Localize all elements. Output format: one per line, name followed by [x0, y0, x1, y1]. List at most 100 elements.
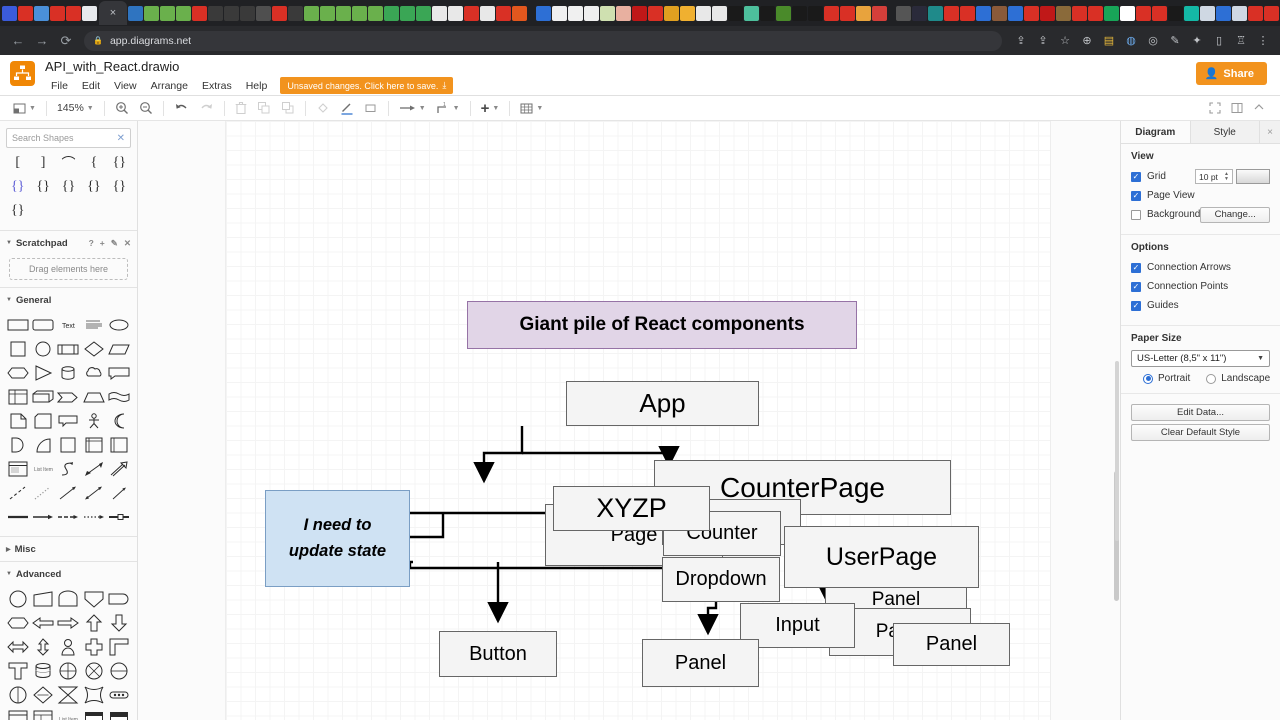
shape-connector-dashed[interactable]	[56, 506, 81, 528]
browser-tab[interactable]	[568, 5, 583, 21]
shape-rectangle[interactable]	[5, 314, 30, 336]
browser-tab[interactable]	[824, 5, 839, 21]
shape-table[interactable]	[5, 386, 30, 408]
browser-tab[interactable]	[400, 5, 415, 21]
shape-crescent[interactable]	[107, 410, 132, 432]
shape-double-arrow[interactable]	[81, 458, 106, 480]
shape-connector-arrow[interactable]	[30, 506, 55, 528]
shape-arrow-up[interactable]	[81, 612, 106, 634]
forward-icon[interactable]: →	[30, 29, 54, 53]
bookmark-star-icon[interactable]: ☆	[1054, 30, 1076, 52]
browser-tab[interactable]	[1120, 5, 1135, 21]
shape-circle[interactable]	[30, 338, 55, 360]
shape-delay[interactable]	[107, 588, 132, 610]
shape-lozenge[interactable]	[5, 612, 30, 634]
shape-curly-pair-7[interactable]: {}	[5, 200, 30, 222]
browser-tab[interactable]	[1008, 5, 1023, 21]
browser-tab[interactable]	[128, 5, 143, 21]
shield-icon[interactable]: ◎	[1142, 30, 1164, 52]
shape-tape[interactable]	[107, 386, 132, 408]
shape-circle-adv[interactable]	[5, 588, 30, 610]
browser-tab[interactable]	[536, 5, 551, 21]
shape-square[interactable]	[5, 338, 30, 360]
shape-curly-left[interactable]: {	[81, 152, 106, 174]
shape-line-arrow[interactable]	[56, 482, 81, 504]
diagram-node-app[interactable]: App	[566, 381, 759, 426]
diagram-node-note[interactable]: I need to update state	[265, 490, 410, 587]
shape-arrow-block[interactable]	[56, 386, 81, 408]
guides-checkbox[interactable]	[1131, 300, 1141, 311]
add-icon[interactable]: +	[100, 238, 105, 249]
browser-tab[interactable]	[368, 5, 383, 21]
browser-tab[interactable]	[464, 5, 479, 21]
browser-tab[interactable]	[192, 5, 207, 21]
shape-circle-line[interactable]	[107, 660, 132, 682]
browser-tab[interactable]	[1072, 5, 1087, 21]
shape-cube[interactable]	[30, 386, 55, 408]
to-back-icon[interactable]	[276, 97, 300, 119]
browser-tab[interactable]	[1200, 5, 1215, 21]
browser-tab[interactable]	[960, 5, 975, 21]
paper-size-select[interactable]: US-Letter (8,5" x 11") ▼	[1131, 350, 1270, 367]
browser-tab[interactable]	[728, 5, 743, 21]
browser-tab[interactable]	[432, 5, 447, 21]
portrait-radio[interactable]	[1143, 373, 1153, 384]
browser-tab[interactable]	[1056, 5, 1071, 21]
menu-view[interactable]: View	[107, 80, 144, 92]
browser-tab[interactable]	[66, 5, 81, 21]
browser-tab[interactable]	[160, 5, 175, 21]
shape-rounded-rectangle[interactable]	[30, 314, 55, 336]
browser-tab[interactable]	[1136, 5, 1151, 21]
profile-icon[interactable]: ◍	[1120, 30, 1142, 52]
shape-curly-pair-5[interactable]: {}	[81, 176, 106, 198]
tab-diagram[interactable]: Diagram	[1121, 121, 1191, 143]
browser-tab[interactable]	[696, 5, 711, 21]
clear-default-style-button[interactable]: Clear Default Style	[1131, 424, 1270, 441]
shape-hexagon[interactable]	[5, 362, 30, 384]
close-icon[interactable]: ✕	[124, 238, 131, 249]
shape-diamond-adv[interactable]	[30, 684, 55, 706]
shape-bowtie[interactable]	[56, 684, 81, 706]
undo-icon[interactable]	[169, 97, 194, 119]
shape-ellipse[interactable]	[107, 314, 132, 336]
shape-arc[interactable]: ⌒	[56, 152, 81, 174]
browser-tab[interactable]	[712, 5, 727, 21]
shape-block-arrow[interactable]	[107, 458, 132, 480]
reload-icon[interactable]: ⟳	[54, 29, 78, 53]
browser-tab[interactable]	[776, 5, 791, 21]
unsaved-changes-button[interactable]: Unsaved changes. Click here to save. ⤓	[280, 77, 454, 94]
back-icon[interactable]: ←	[6, 29, 30, 53]
menu-help[interactable]: Help	[239, 80, 275, 92]
shape-table-rows[interactable]	[81, 708, 106, 720]
browser-tab-bar[interactable]: ×+⌄	[0, 0, 1280, 26]
shape-circle-half[interactable]	[5, 684, 30, 706]
shadow-icon[interactable]	[359, 97, 383, 119]
shape-curly-pair-4[interactable]: {}	[56, 176, 81, 198]
browser-tab[interactable]	[632, 5, 647, 21]
shape-process[interactable]	[56, 338, 81, 360]
landscape-radio[interactable]	[1206, 373, 1217, 384]
browser-tab[interactable]	[304, 5, 319, 21]
shape-actor[interactable]	[81, 410, 106, 432]
diagram-canvas[interactable]: Giant pile of React components I need to…	[138, 121, 1120, 720]
browser-tab[interactable]	[416, 5, 431, 21]
fill-color-icon[interactable]	[311, 97, 335, 119]
browser-tab[interactable]	[760, 5, 775, 21]
search-shapes-input[interactable]: Search Shapes ✕	[6, 128, 131, 148]
browser-tab[interactable]	[224, 5, 239, 21]
shape-line-bidirectional[interactable]	[81, 482, 106, 504]
shape-list[interactable]	[5, 458, 30, 480]
shape-card[interactable]	[30, 410, 55, 432]
format-panel-icon[interactable]	[1226, 97, 1248, 119]
close-icon[interactable]: ✕	[117, 133, 125, 144]
menu-extras[interactable]: Extras	[195, 80, 239, 92]
line-color-icon[interactable]	[335, 97, 359, 119]
zoom-out-icon[interactable]	[134, 97, 158, 119]
browser-tab[interactable]	[320, 5, 335, 21]
table-icon[interactable]: ▼	[515, 97, 548, 119]
view-layers-icon[interactable]: ▼	[8, 97, 41, 119]
sidebar-icon[interactable]: ▤	[1098, 30, 1120, 52]
browser-tab[interactable]	[336, 5, 351, 21]
browser-tab[interactable]	[584, 5, 599, 21]
browser-tab[interactable]	[872, 5, 887, 21]
